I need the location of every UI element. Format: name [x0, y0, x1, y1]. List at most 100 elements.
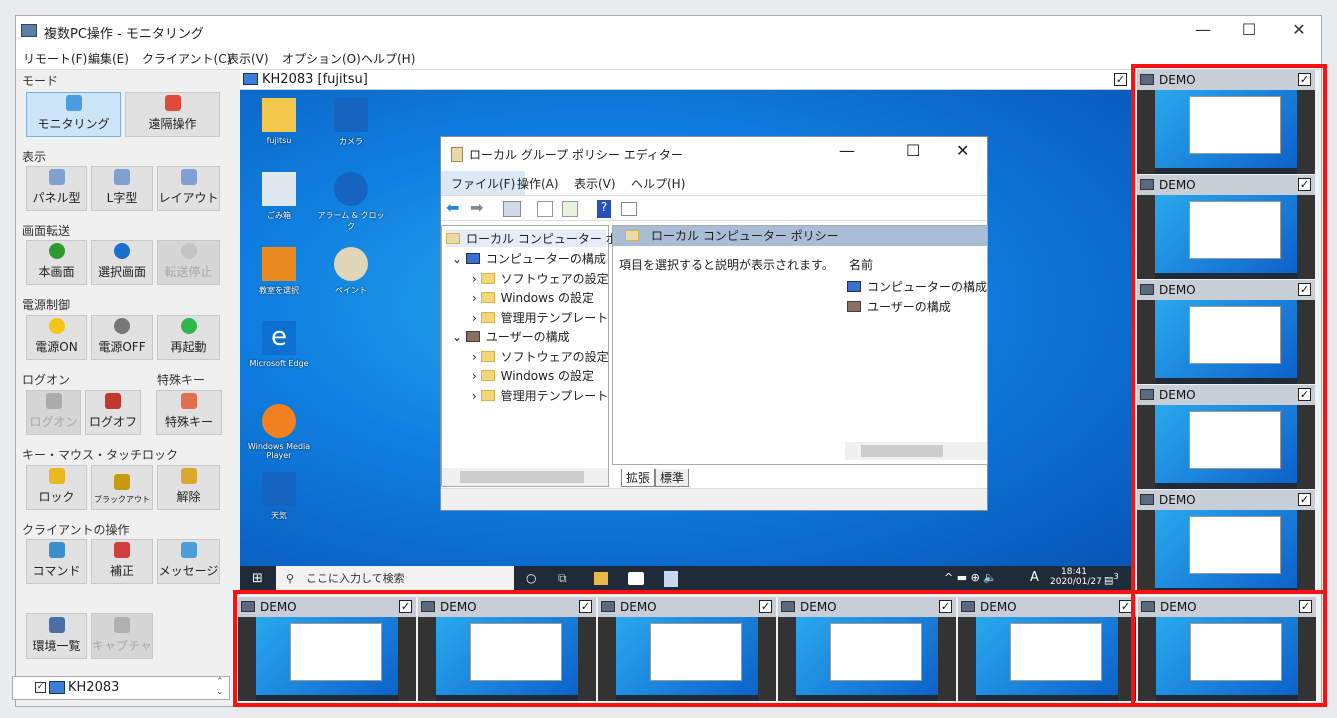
ime-indicator[interactable]: A	[1030, 570, 1039, 585]
menu-options[interactable]: オプション(O)	[282, 50, 361, 67]
properties-icon[interactable]	[537, 201, 553, 217]
group-label-view: 表示	[22, 150, 47, 164]
desktop-icon-classroom[interactable]: 教室を選択	[244, 247, 314, 296]
layout-button[interactable]: レイアウト	[157, 166, 220, 211]
list-item-computer-config[interactable]: コンピューターの構成	[847, 278, 987, 295]
desktop-icon-media-player[interactable]: Windows Media Player	[244, 404, 314, 460]
notification-icon[interactable]: ▤3	[1104, 571, 1119, 586]
menu-view[interactable]: 表示(V)	[227, 50, 269, 67]
file-explorer-icon[interactable]	[594, 572, 608, 585]
monitor-icon	[49, 681, 65, 694]
power-on-button[interactable]: 電源ON	[26, 315, 87, 360]
blackout-button[interactable]: ブラックアウト	[91, 465, 153, 510]
correct-button[interactable]: 補正	[91, 539, 153, 584]
tab-extended[interactable]: 拡張	[621, 469, 656, 487]
tree-root[interactable]: ローカル コンピューター ポリシー	[446, 230, 654, 247]
menu-help[interactable]: ヘルプ(H)	[361, 50, 415, 67]
env-list-button[interactable]: 環境一覧	[26, 613, 87, 659]
user-config-icon	[465, 331, 480, 342]
tree-checkbox[interactable]: ✓	[35, 682, 46, 693]
gpedit-menu-file[interactable]: ファイル(F)	[441, 171, 526, 196]
desktop-icon-camera[interactable]: カメラ	[316, 98, 386, 147]
gpedit-menu-action[interactable]: 操作(A)	[517, 175, 559, 192]
tree-hscrollbar[interactable]	[442, 468, 608, 486]
desktop-icon-alarm[interactable]: アラーム & クロック	[316, 172, 386, 232]
camera-app-icon[interactable]	[628, 572, 644, 585]
remote-control-button[interactable]: 遠隔操作	[125, 92, 220, 137]
capture-button[interactable]: キャプチャ	[91, 613, 153, 659]
logon-button[interactable]: ログオン	[26, 390, 81, 435]
gpedit-maximize[interactable]: ☐	[906, 141, 920, 160]
cortana-icon[interactable]: ○	[526, 571, 536, 585]
gpedit-menu-help[interactable]: ヘルプ(H)	[631, 175, 685, 192]
list-item-user-config[interactable]: ユーザーの構成	[847, 298, 951, 315]
logoff-button[interactable]: ログオフ	[85, 390, 141, 435]
tray-icons[interactable]: ^ ▬ ⊕ 🔈	[944, 571, 997, 584]
help-icon[interactable]: ?	[597, 200, 611, 218]
message-button[interactable]: メッセージ	[157, 539, 220, 584]
action-pane-icon[interactable]	[621, 202, 637, 216]
tree-user-software-settings[interactable]: › ソフトウェアの設定	[472, 348, 609, 365]
details-hscrollbar[interactable]	[845, 442, 987, 460]
remote-checkbox[interactable]: ✓	[1114, 73, 1127, 86]
desktop-icon-edge[interactable]: e Microsoft Edge	[244, 321, 314, 368]
command-button[interactable]: コマンド	[26, 539, 87, 584]
maximize-button[interactable]: ☐	[1234, 20, 1264, 39]
power-off-button[interactable]: 電源OFF	[91, 315, 153, 360]
gpedit-close[interactable]: ✕	[956, 141, 969, 160]
back-arrow-icon[interactable]: ⬅	[446, 198, 459, 217]
menu-client[interactable]: クライアント(C)	[142, 50, 231, 67]
column-header-name[interactable]: 名前	[849, 256, 873, 273]
button-label: モニタリング	[37, 117, 110, 131]
search-icon: ⚲	[286, 572, 295, 585]
tree-label: ユーザーの構成	[485, 330, 570, 344]
reboot-button[interactable]: 再起動	[157, 315, 220, 360]
tree-software-settings[interactable]: › ソフトウェアの設定	[472, 270, 609, 287]
forward-arrow-icon[interactable]: ➡	[470, 198, 483, 217]
remote-screen-view[interactable]: KH2083 [fujitsu] ✓ fujitsu カメラ ごみ箱 アラーム …	[240, 70, 1131, 592]
tree-scroll-arrows[interactable]: ⌃ ⌄	[216, 677, 224, 697]
export-list-icon[interactable]	[562, 201, 578, 217]
gpedit-menu-view[interactable]: 表示(V)	[574, 175, 616, 192]
desktop-icon-fujitsu[interactable]: fujitsu	[244, 98, 314, 145]
lock-button[interactable]: ロック	[26, 465, 87, 510]
select-screen-button[interactable]: 選択画面	[91, 240, 153, 285]
layout-icon	[180, 169, 197, 185]
gpedit-minimize[interactable]: —	[839, 141, 855, 160]
show-tree-icon[interactable]	[503, 201, 521, 217]
minimize-button[interactable]: —	[1188, 20, 1218, 39]
special-key-button[interactable]: 特殊キー	[156, 390, 222, 435]
desktop-icon-recycle-bin[interactable]: ごみ箱	[244, 172, 314, 221]
taskbar-search-box[interactable]: ⚲ ここに入力して検索	[276, 566, 514, 592]
unlock-button[interactable]: 解除	[157, 465, 220, 510]
main-screen-button[interactable]: 本画面	[26, 240, 87, 285]
stop-transfer-button[interactable]: 転送停止	[157, 240, 220, 285]
menu-remote[interactable]: リモート(F)	[23, 50, 87, 67]
panel-view-button[interactable]: パネル型	[26, 166, 87, 211]
tree-item-kh2083[interactable]: KH2083	[68, 680, 119, 695]
windows-start-icon[interactable]: ⊞	[252, 571, 263, 586]
monitoring-button[interactable]: モニタリング	[26, 92, 121, 137]
desktop-icon-paint[interactable]: ペイント	[316, 247, 386, 296]
tree-admin-templates[interactable]: › 管理用テンプレート	[472, 309, 608, 326]
close-button[interactable]: ✕	[1284, 20, 1314, 39]
tree-user-admin-templates[interactable]: › 管理用テンプレート	[472, 387, 608, 404]
tree-windows-settings[interactable]: › Windows の設定	[472, 289, 594, 306]
task-view-icon[interactable]: ⧉	[558, 571, 567, 586]
desktop-icon-weather[interactable]: 天気	[244, 472, 314, 521]
l-shape-view-button[interactable]: L字型	[91, 166, 153, 211]
tab-standard[interactable]: 標準	[655, 469, 690, 487]
item-label: ユーザーの構成	[867, 300, 951, 314]
tree-user-config[interactable]: ⌄ ユーザーの構成	[452, 328, 570, 345]
icon-label: Microsoft Edge	[249, 359, 309, 368]
button-label: ブラックアウト	[94, 495, 150, 504]
tree-user-windows-settings[interactable]: › Windows の設定	[472, 367, 594, 384]
pause-icon	[180, 243, 197, 259]
gpedit-taskbar-icon[interactable]	[664, 571, 678, 587]
menu-edit[interactable]: 編集(E)	[88, 50, 129, 67]
group-label-lock: キー・マウス・タッチロック	[22, 448, 179, 462]
taskbar-clock[interactable]: 18:41 2020/01/27	[1050, 567, 1102, 587]
tree-computer-config[interactable]: ⌄ コンピューターの構成	[452, 250, 606, 267]
correct-icon	[114, 542, 130, 558]
folder-icon	[480, 390, 495, 401]
